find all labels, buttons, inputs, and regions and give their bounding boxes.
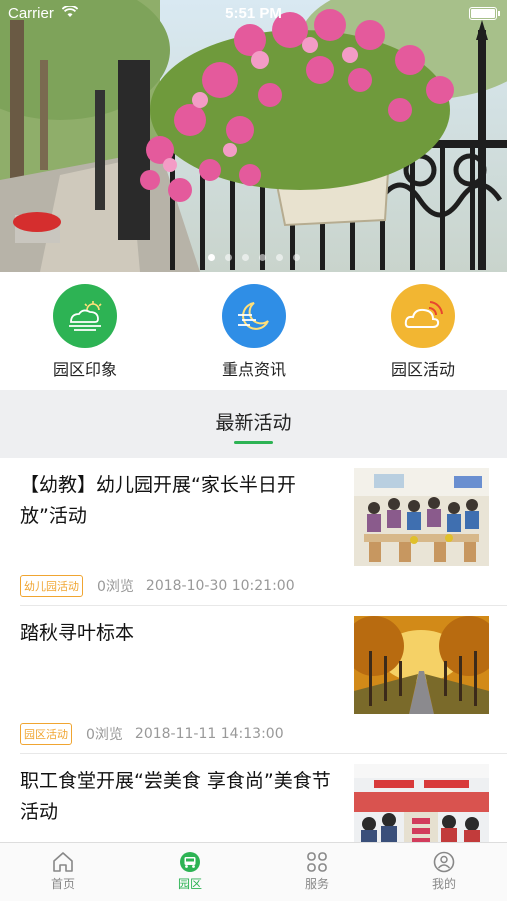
cloud-signal-icon (391, 284, 455, 348)
pager-dot[interactable] (275, 254, 283, 261)
tab-label: 首页 (50, 877, 75, 891)
quick-links: 园区印象 重点资讯 园区活动 (0, 272, 507, 390)
category-tag: 园区活动 (20, 723, 72, 745)
pager-dot[interactable] (207, 254, 215, 261)
tab-label: 我的 (431, 877, 456, 891)
activity-title: 踏秋寻叶标本 (20, 622, 135, 644)
view-count: 0浏览 (97, 579, 134, 595)
tab-home[interactable]: 首页 (0, 851, 126, 892)
category-tag: 幼儿园活动 (20, 575, 83, 597)
moon-wind-icon (222, 284, 286, 348)
quick-link-park-impression[interactable]: 园区印象 (20, 284, 150, 380)
activity-meta: 幼儿园活动 0浏览 2018-10-30 10:21:00 (20, 575, 295, 597)
tab-services[interactable]: 服务 (254, 851, 380, 892)
section-title: 最新活动 (215, 412, 292, 434)
home-icon (53, 852, 73, 872)
publish-date: 2018-11-11 14:13:00 (134, 726, 284, 742)
quick-link-label: 重点资讯 (221, 360, 286, 379)
user-icon (433, 851, 455, 873)
pager-dot[interactable] (292, 254, 300, 261)
quick-link-label: 园区印象 (52, 360, 117, 379)
battery-icon (469, 7, 500, 20)
section-underline (234, 441, 273, 444)
list-item[interactable]: 踏秋寻叶标本 园区活动 0浏览 2018-11-11 14:13:00 (0, 606, 507, 754)
tab-bar: 首页 园区 服务 我的 (0, 842, 507, 901)
classroom-photo (354, 468, 489, 566)
publish-date: 2018-10-30 10:21:00 (145, 578, 295, 594)
banner-image (0, 0, 507, 272)
activity-meta: 园区活动 0浏览 2018-11-11 14:13:00 (20, 723, 284, 745)
status-time: 5:51 PM (225, 5, 282, 22)
pager-dot[interactable] (258, 254, 266, 261)
quick-link-label: 园区活动 (390, 360, 455, 379)
weather-sun-cloud-icon (53, 284, 117, 348)
park-bus-icon (180, 852, 200, 872)
tab-park[interactable]: 园区 (127, 851, 253, 892)
grid-services-icon (307, 852, 327, 872)
banner-carousel[interactable]: Carrier 5:51 PM (0, 0, 507, 272)
pager-dot[interactable] (224, 254, 232, 261)
quick-link-park-activities[interactable]: 园区活动 (358, 284, 488, 380)
tab-label: 园区 (177, 877, 202, 891)
pager-dot[interactable] (241, 254, 249, 261)
autumn-road-photo (354, 616, 489, 714)
list-item[interactable]: 【幼教】幼儿园开展“家长半日开放”活动 幼儿园活动 0浏览 2018-10-30… (0, 458, 507, 606)
tab-label: 服务 (304, 877, 329, 891)
activity-title: 职工食堂开展“尝美食 享食尚”美食节活动 (20, 770, 331, 823)
activity-title: 【幼教】幼儿园开展“家长半日开放”活动 (20, 474, 296, 527)
carousel-pager[interactable] (0, 246, 507, 265)
quick-link-key-news[interactable]: 重点资讯 (189, 284, 319, 380)
view-count: 0浏览 (86, 727, 123, 743)
tab-mine[interactable]: 我的 (381, 851, 507, 892)
section-header: 最新活动 (0, 390, 507, 458)
status-bar: Carrier 5:51 PM (0, 0, 507, 28)
